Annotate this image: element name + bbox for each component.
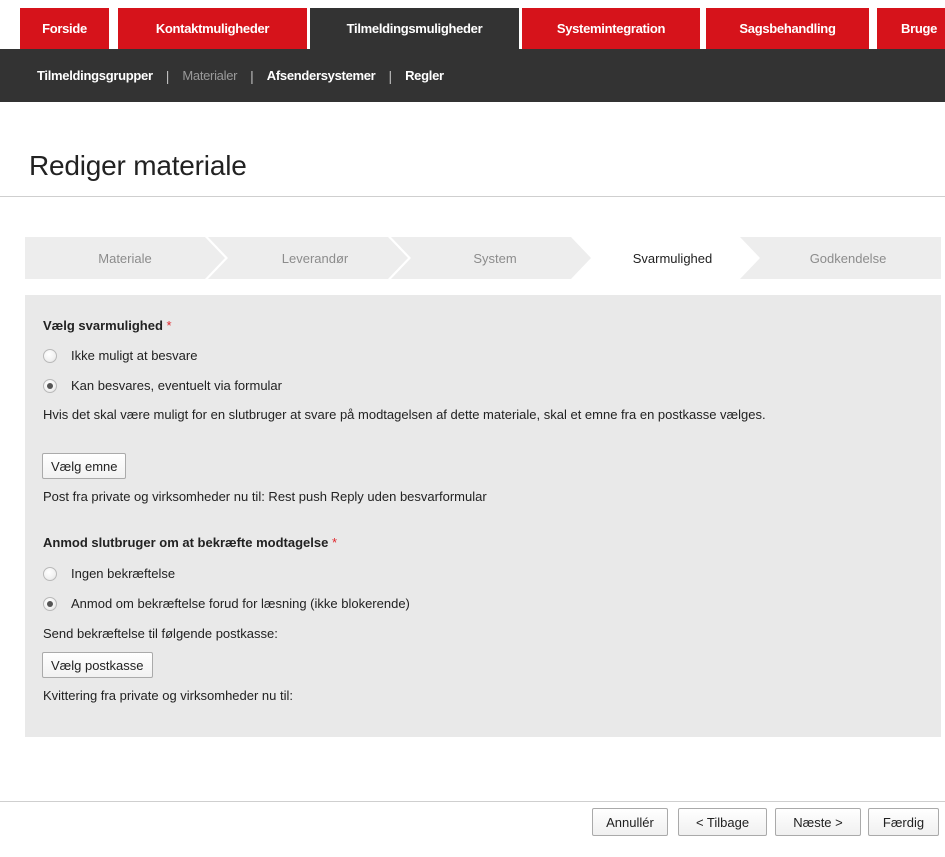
choose-mailbox-button[interactable]: Vælg postkasse [42, 652, 153, 678]
subnav-tilmeldingsgrupper[interactable]: Tilmeldingsgrupper [37, 68, 153, 83]
reply-section-title: Vælg svarmulighed * [43, 318, 172, 333]
radio-label: Ingen bekræftelse [71, 566, 176, 581]
subnav-regler[interactable]: Regler [405, 68, 444, 83]
step-svarmulighed[interactable]: Svarmulighed [585, 237, 760, 279]
required-mark: * [331, 535, 338, 550]
radio-label: Anmod om bekræftelse forud for læsning (… [71, 596, 410, 611]
radio-option-request-confirmation[interactable]: Anmod om bekræftelse forud for læsning (… [43, 596, 410, 611]
reply-help-text: Hvis det skal være muligt for en slutbru… [43, 407, 766, 422]
radio-button[interactable] [43, 566, 57, 581]
subnav-separator: | [250, 67, 254, 84]
cancel-button[interactable]: Annullér [592, 808, 668, 836]
subnav-afsendersystemer[interactable]: Afsendersystemer [267, 68, 376, 83]
radio-label: Ikke muligt at besvare [71, 348, 198, 363]
top-navigation: Forside Kontaktmuligheder Tilmeldingsmul… [0, 0, 945, 49]
step-leverandor[interactable]: Leverandør [220, 237, 410, 279]
reply-status-text: Post fra private og virksomheder nu til:… [43, 489, 487, 504]
radio-label: Kan besvares, eventuelt via formular [71, 378, 282, 393]
radio-option-not-possible[interactable]: Ikke muligt at besvare [43, 348, 197, 363]
wizard-steps: Materiale Leverandør System Svarmulighed… [25, 237, 941, 279]
confirm-section-title: Anmod slutbruger om at bekræfte modtagel… [43, 535, 337, 550]
radio-button[interactable] [43, 348, 57, 363]
receipt-text: Kvittering fra private og virksomheder n… [43, 688, 293, 703]
subnav-materialer[interactable]: Materialer [182, 68, 237, 83]
send-confirmation-text: Send bekræftelse til følgende postkasse: [43, 626, 278, 641]
title-divider [0, 196, 945, 197]
tab-systemintegration[interactable]: Systemintegration [522, 8, 700, 49]
tab-tilmeldingsmuligheder[interactable]: Tilmeldingsmuligheder [310, 8, 519, 49]
tab-sagsbehandling[interactable]: Sagsbehandling [706, 8, 869, 49]
sub-navigation: Tilmeldingsgrupper | Materialer | Afsend… [0, 49, 945, 102]
radio-button-checked[interactable] [43, 378, 57, 393]
step-system[interactable]: System [400, 237, 590, 279]
radio-option-no-confirmation[interactable]: Ingen bekræftelse [43, 566, 175, 581]
tab-kontaktmuligheder[interactable]: Kontaktmuligheder [118, 8, 307, 49]
radio-option-can-reply[interactable]: Kan besvares, eventuelt via formular [43, 378, 282, 393]
footer-divider [0, 801, 945, 802]
subnav-separator: | [165, 67, 170, 84]
choose-topic-button[interactable]: Vælg emne [42, 453, 127, 479]
step-materiale[interactable]: Materiale [25, 237, 225, 279]
step-godkendelse[interactable]: Godkendelse [755, 237, 941, 279]
form-panel: Vælg svarmulighed * Ikke muligt at besva… [25, 295, 941, 737]
back-button[interactable]: < Tilbage [678, 808, 767, 836]
subnav-separator: | [388, 67, 393, 84]
next-button[interactable]: Næste > [775, 808, 861, 836]
reply-section-title-text: Vælg svarmulighed [43, 318, 163, 333]
radio-button-checked[interactable] [43, 596, 57, 611]
required-mark: * [166, 318, 172, 333]
finish-button[interactable]: Færdig [868, 808, 939, 836]
tab-forside[interactable]: Forside [20, 8, 109, 49]
confirm-section-title-text: Anmod slutbruger om at bekræfte modtagel… [43, 535, 329, 550]
tab-brugere[interactable]: Bruge [877, 8, 945, 49]
page-title: Rediger materiale [29, 150, 247, 181]
